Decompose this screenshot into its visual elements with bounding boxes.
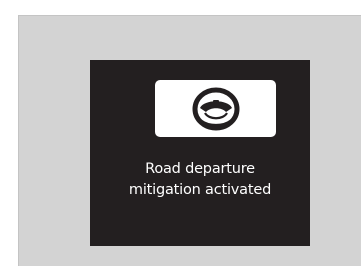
illustration-frame: Road departure mitigation activated: [18, 15, 361, 266]
message-line-2: mitigation activated: [128, 182, 272, 198]
message-line-1: Road departure: [145, 161, 255, 177]
notification-message: Road departure mitigation activated: [90, 159, 310, 201]
steering-wheel-icon: [192, 87, 239, 130]
icon-box: [155, 80, 276, 137]
display-panel: Road departure mitigation activated: [90, 60, 310, 246]
